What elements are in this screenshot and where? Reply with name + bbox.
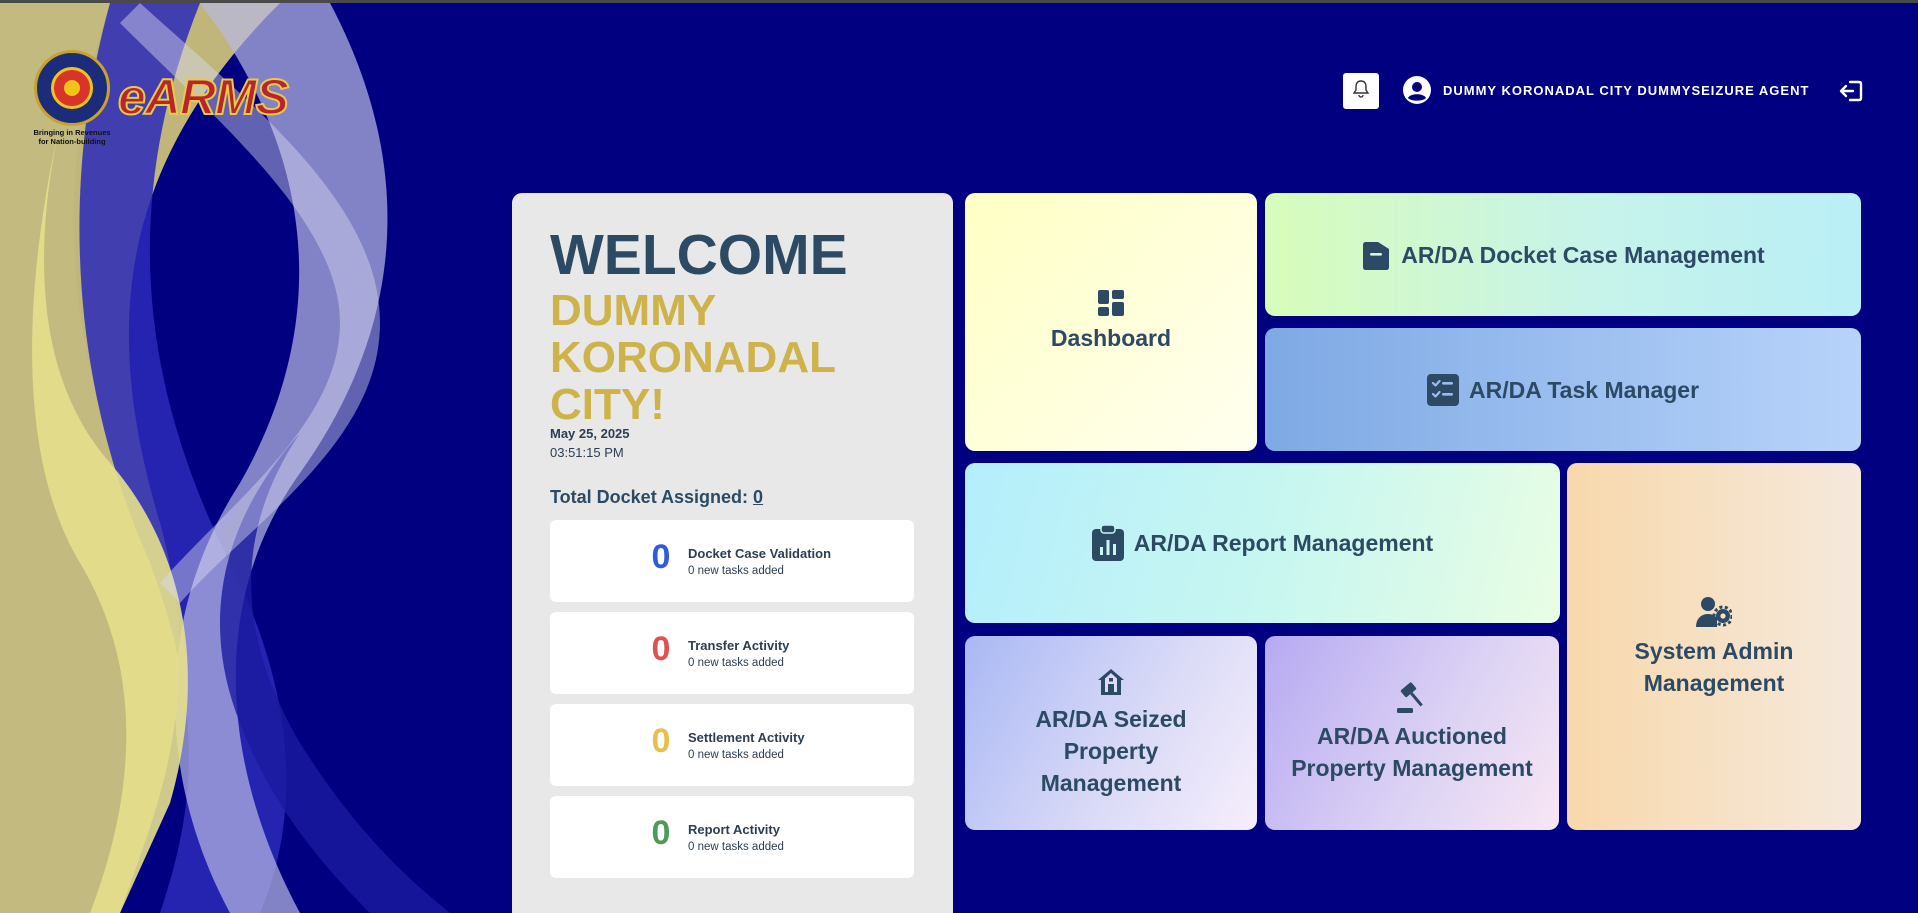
logout-icon [1838,80,1864,107]
checklist-icon [1426,373,1459,406]
stat-count: 0 [651,722,671,760]
seal-tagline: Bringing in Revenues for Nation-building [33,128,111,146]
welcome-title: WELCOME [550,223,848,287]
current-date: May 25, 2025 [550,426,630,441]
stat-title: Transfer Activity [688,638,790,653]
user-avatar-icon [1403,76,1431,104]
stat-title: Report Activity [688,822,780,837]
stat-subtitle: 0 new tasks added [688,841,784,853]
bell-icon [1352,79,1370,104]
tile-task-manager[interactable]: AR/DA Task Manager [1265,328,1861,451]
stat-title: Settlement Activity [688,730,805,745]
stat-count: 0 [651,630,671,668]
folder-icon [1361,239,1391,271]
stat-title: Docket Case Validation [688,546,832,561]
welcome-panel: WELCOME DUMMY KORONADAL CITY! May 25, 20… [512,193,953,913]
gavel-icon [1395,682,1429,714]
clipboard-chart-icon [1091,525,1124,561]
tile-label: AR/DA Docket Case Management [1401,241,1765,268]
tile-system-admin-management[interactable]: System Admin Management [1567,463,1861,830]
stat-count: 0 [651,814,671,852]
stat-card-report-activity[interactable]: 0 Report Activity 0 new tasks added [550,796,914,878]
tile-label: AR/DA Task Manager [1468,376,1700,403]
current-time: 03:51:15 PM [550,445,624,460]
tile-label: AR/DA Auctioned Property Management [1291,723,1533,781]
tile-docket-case-management[interactable]: AR/DA Docket Case Management [1265,193,1861,316]
total-docket-assigned: Total Docket Assigned: 0 [550,487,763,508]
user-name: DUMMY KORONADAL CITY DUMMYSEIZURE AGENT [1443,82,1810,98]
dashboard-icon [1098,290,1124,316]
tile-label: AR/DA Seized Property Management [1035,706,1187,796]
tile-label: Dashboard [1050,325,1172,351]
stat-card-docket-validation[interactable]: 0 Docket Case Validation 0 new tasks add… [550,520,914,602]
stat-subtitle: 0 new tasks added [688,657,784,669]
stat-count: 0 [651,538,671,576]
tile-dashboard[interactable]: Dashboard [965,193,1257,451]
user-gear-icon [1696,595,1732,629]
notifications-button[interactable] [1343,73,1379,109]
welcome-user-name: DUMMY KORONADAL CITY! [550,286,836,429]
tile-report-management[interactable]: AR/DA Report Management [965,463,1560,623]
app-logo[interactable]: Bringing in Revenues for Nation-building… [33,46,304,146]
earms-logo-text: eARMS [117,68,290,126]
stat-card-transfer-activity[interactable]: 0 Transfer Activity 0 new tasks added [550,612,914,694]
stat-subtitle: 0 new tasks added [688,749,784,761]
house-icon [1096,667,1126,697]
tile-seized-property-management[interactable]: AR/DA Seized Property Management [965,636,1257,830]
total-docket-count[interactable]: 0 [753,487,763,507]
user-menu[interactable]: DUMMY KORONADAL CITY DUMMYSEIZURE AGENT [1403,75,1809,105]
tile-auctioned-property-management[interactable]: AR/DA Auctioned Property Management [1265,636,1559,830]
stat-card-settlement-activity[interactable]: 0 Settlement Activity 0 new tasks added [550,704,914,786]
logout-button[interactable] [1838,79,1864,103]
stat-subtitle: 0 new tasks added [688,565,784,577]
tile-label: AR/DA Report Management [1133,530,1434,556]
bir-seal-logo [34,50,110,126]
tile-label: System Admin Management [1634,637,1794,696]
total-docket-label: Total Docket Assigned: [550,487,749,507]
